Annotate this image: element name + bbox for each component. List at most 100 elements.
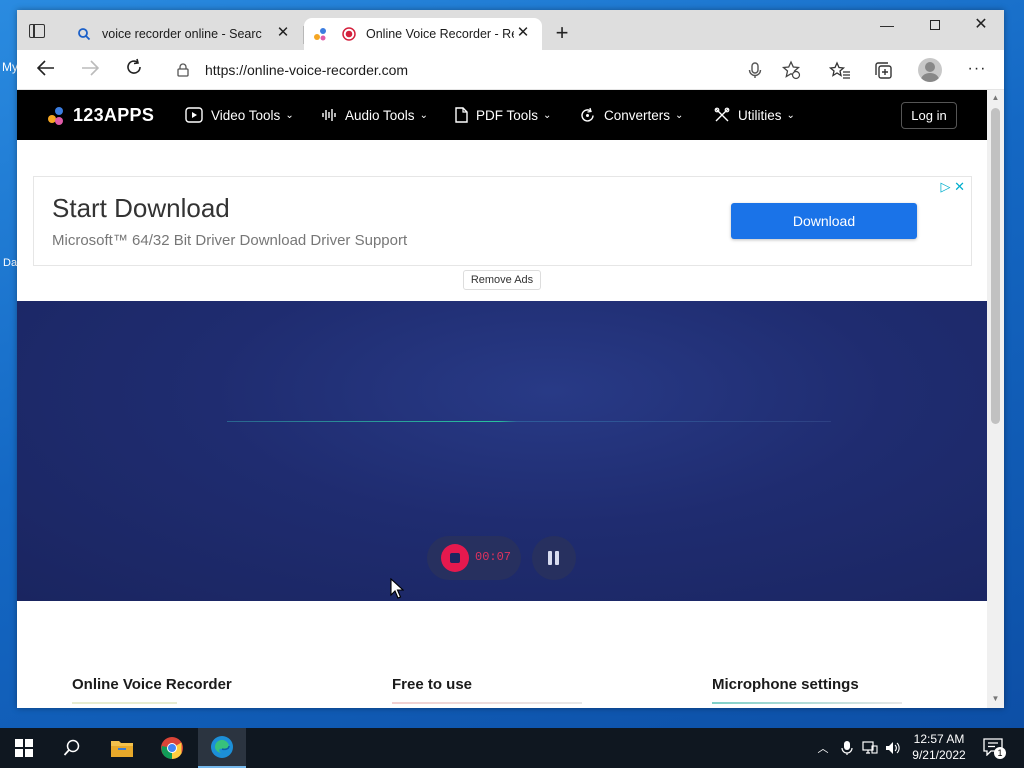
ad-banner[interactable]: Start Download Microsoft™ 64/32 Bit Driv… bbox=[33, 176, 972, 266]
stop-recording-button[interactable]: 00:07 bbox=[427, 536, 521, 580]
tab-title: voice recorder online - Search bbox=[102, 27, 262, 41]
close-window-button[interactable]: ✕ bbox=[958, 10, 1004, 40]
search-icon bbox=[63, 739, 80, 756]
lock-icon[interactable] bbox=[177, 63, 189, 77]
pause-button[interactable] bbox=[532, 536, 576, 580]
site-logo[interactable]: 123APPS bbox=[47, 104, 154, 126]
recording-timer: 00:07 bbox=[475, 550, 512, 564]
menu-label: Utilities bbox=[738, 107, 782, 123]
tab-search[interactable]: voice recorder online - Search ✕ bbox=[65, 18, 302, 50]
notification-badge: 1 bbox=[994, 747, 1006, 759]
minimize-button[interactable]: — bbox=[864, 10, 910, 40]
menu-label: Audio Tools bbox=[345, 107, 415, 123]
menu-label: Converters bbox=[604, 107, 671, 123]
menu-pdf-tools[interactable]: PDF Tools ⌄ bbox=[454, 106, 551, 124]
new-tab-button[interactable]: + bbox=[550, 22, 574, 46]
back-button[interactable] bbox=[32, 58, 60, 82]
forward-arrow-icon bbox=[82, 60, 100, 76]
tab-bar: voice recorder online - Search ✕ Online … bbox=[17, 10, 1004, 50]
scrollbar-thumb[interactable] bbox=[991, 108, 1000, 424]
feature-title-free: Free to use bbox=[392, 676, 473, 693]
show-hidden-icons[interactable]: ︿ bbox=[815, 740, 831, 756]
audio-icon bbox=[322, 109, 336, 121]
menu-video-tools[interactable]: Video Tools ⌄ bbox=[185, 106, 294, 124]
desktop-icon-label[interactable]: Da bbox=[3, 257, 17, 269]
close-tab-icon[interactable]: ✕ bbox=[274, 24, 292, 42]
folder-icon bbox=[111, 741, 133, 757]
tab-voice-recorder[interactable]: Online Voice Recorder - Recor ✕ bbox=[304, 18, 542, 50]
chrome-button[interactable] bbox=[148, 728, 196, 768]
mouse-cursor-icon bbox=[390, 578, 404, 599]
clock-time: 12:57 AM bbox=[913, 732, 965, 746]
favorites-icon[interactable] bbox=[829, 60, 851, 82]
volume-icon[interactable] bbox=[885, 740, 901, 756]
menu-utilities[interactable]: Utilities ⌄ bbox=[714, 106, 795, 124]
collections-icon[interactable] bbox=[873, 60, 895, 82]
taskbar-search-button[interactable] bbox=[48, 728, 96, 768]
url-text[interactable]: https://online-voice-recorder.com bbox=[205, 62, 408, 78]
pdf-icon bbox=[455, 107, 468, 123]
adchoices-icon[interactable]: ▷ ✕ bbox=[940, 179, 965, 195]
logo-text: 123APPS bbox=[73, 104, 155, 125]
chevron-down-icon: ⌄ bbox=[786, 109, 795, 121]
feature-underline bbox=[712, 702, 902, 704]
menu-label: PDF Tools bbox=[476, 107, 539, 123]
ad-download-button[interactable]: Download bbox=[731, 203, 917, 239]
edge-icon bbox=[211, 736, 233, 758]
address-bar: https://online-voice-recorder.com ··· bbox=[17, 50, 1004, 90]
browser-window: voice recorder online - Search ✕ Online … bbox=[17, 10, 1004, 708]
login-button[interactable]: Log in bbox=[901, 102, 957, 129]
menu-label: Video Tools bbox=[211, 107, 281, 123]
webpage: 123APPS Video Tools ⌄ Audio Tools ⌄ PDF To… bbox=[17, 90, 987, 708]
app-favicon-icon bbox=[314, 28, 326, 41]
recorder-panel: 00:07 bbox=[17, 301, 987, 601]
ad-subtitle: Microsoft™ 64/32 Bit Driver Download Dri… bbox=[52, 232, 408, 249]
notification-center-button[interactable]: 1 bbox=[983, 738, 1007, 760]
settings-more-icon[interactable]: ··· bbox=[965, 58, 989, 82]
scroll-down-icon[interactable]: ▼ bbox=[990, 694, 1001, 704]
scroll-up-icon[interactable]: ▲ bbox=[990, 93, 1001, 103]
utilities-icon bbox=[714, 107, 730, 122]
chevron-down-icon: ⌄ bbox=[543, 109, 552, 121]
desktop-icon-label[interactable]: My bbox=[2, 60, 18, 74]
site-navbar: 123APPS Video Tools ⌄ Audio Tools ⌄ PDF To… bbox=[17, 90, 987, 140]
omnibox[interactable]: https://online-voice-recorder.com bbox=[165, 54, 811, 86]
feature-title-recorder: Online Voice Recorder bbox=[72, 676, 232, 693]
forward-button[interactable] bbox=[76, 58, 104, 82]
windows-logo-icon bbox=[15, 739, 33, 757]
search-icon bbox=[78, 28, 91, 41]
converter-icon bbox=[581, 107, 594, 122]
stop-icon bbox=[441, 544, 469, 572]
remove-ads-button[interactable]: Remove Ads bbox=[463, 270, 541, 290]
feature-title-microphone: Microphone settings bbox=[712, 676, 859, 693]
chrome-icon bbox=[161, 737, 183, 759]
network-icon[interactable] bbox=[862, 740, 878, 756]
tab-actions-icon[interactable] bbox=[29, 24, 45, 38]
ad-title[interactable]: Start Download bbox=[52, 193, 230, 224]
record-icon bbox=[342, 27, 356, 41]
refresh-button[interactable] bbox=[120, 58, 148, 82]
feature-underline bbox=[72, 702, 177, 704]
page-scrollbar[interactable]: ▲ ▼ bbox=[987, 90, 1004, 708]
add-favorite-icon[interactable] bbox=[781, 60, 801, 80]
taskbar: ︿ 12:57 AM 9/21/2022 1 bbox=[0, 728, 1024, 768]
logo-icon bbox=[47, 105, 67, 125]
maximize-button[interactable] bbox=[912, 10, 958, 40]
edge-button[interactable] bbox=[198, 728, 246, 768]
chevron-down-icon: ⌄ bbox=[285, 109, 294, 121]
microphone-tray-icon[interactable] bbox=[839, 740, 855, 756]
menu-audio-tools[interactable]: Audio Tools ⌄ bbox=[321, 106, 428, 124]
clock-date: 9/21/2022 bbox=[912, 748, 966, 762]
menu-converters[interactable]: Converters ⌄ bbox=[579, 106, 683, 124]
file-explorer-button[interactable] bbox=[98, 728, 146, 768]
video-icon bbox=[185, 107, 203, 123]
close-tab-icon[interactable]: ✕ bbox=[514, 24, 532, 42]
chevron-down-icon: ⌄ bbox=[419, 109, 428, 121]
tab-title: Online Voice Recorder - Recor bbox=[366, 27, 514, 41]
audio-waveform bbox=[227, 421, 831, 422]
profile-avatar[interactable] bbox=[918, 58, 942, 82]
microphone-icon[interactable] bbox=[745, 60, 765, 80]
start-button[interactable] bbox=[0, 728, 48, 768]
chevron-down-icon: ⌄ bbox=[675, 109, 684, 121]
system-clock[interactable]: 12:57 AM 9/21/2022 bbox=[906, 731, 972, 763]
